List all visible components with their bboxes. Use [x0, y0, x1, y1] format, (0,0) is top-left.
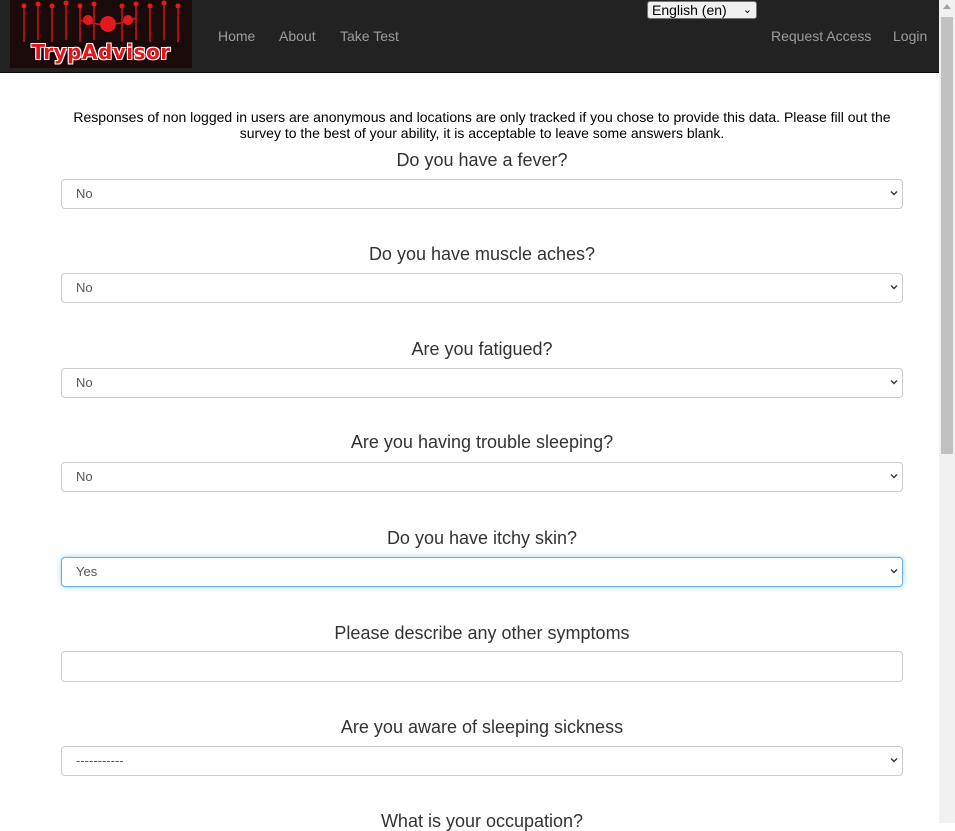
chevron-down-icon [890, 380, 898, 385]
brand-logo[interactable]: TrypAdvisor [10, 0, 192, 68]
fever-select[interactable]: No [61, 179, 903, 209]
trouble-sleeping-select-value: No [76, 469, 93, 484]
chevron-down-icon [890, 758, 898, 763]
nav-about-link[interactable]: About [279, 28, 316, 44]
other-symptoms-input[interactable] [61, 651, 903, 682]
nav-request-access-link[interactable]: Request Access [771, 28, 871, 44]
question-trouble-sleeping-label: Are you having trouble sleeping? [350, 432, 614, 452]
question-other-symptoms-label: Please describe any other symptoms [334, 623, 630, 643]
itchy-skin-select-value: Yes [76, 564, 98, 579]
question-fatigued-label: Are you fatigued? [411, 339, 553, 359]
trouble-sleeping-select[interactable]: No [61, 462, 903, 492]
chevron-down-icon [890, 191, 898, 196]
nav-login-link[interactable]: Login [893, 28, 927, 44]
chevron-down-icon: ⌄ [742, 4, 752, 16]
chevron-down-icon [890, 474, 898, 479]
chevron-down-icon [890, 569, 898, 574]
sleeping-sickness-select[interactable]: ----------- [61, 746, 903, 776]
language-select[interactable]: English (en) ⌄ [647, 1, 757, 19]
sleeping-sickness-select-value: ----------- [76, 753, 124, 768]
itchy-skin-select[interactable]: Yes [61, 557, 903, 587]
nav-take-test-link[interactable]: Take Test [340, 28, 399, 44]
survey-intro-text: Responses of non logged in users are ano… [73, 109, 891, 141]
brand-wordmark: TrypAdvisor [31, 40, 171, 64]
chevron-down-icon [890, 285, 898, 290]
question-muscle-aches-label: Do you have muscle aches? [368, 244, 596, 264]
scrollbar-thumb[interactable] [941, 17, 953, 454]
language-select-value: English (en) [652, 2, 727, 18]
page-scrollbar[interactable] [939, 0, 955, 823]
nav-home-link[interactable]: Home [218, 28, 255, 44]
question-occupation-label: What is your occupation? [380, 811, 584, 831]
question-itchy-skin-label: Do you have itchy skin? [386, 528, 578, 548]
fatigued-select[interactable]: No [61, 368, 903, 398]
question-fever-label: Do you have a fever? [396, 150, 568, 170]
muscle-aches-select[interactable]: No [61, 273, 903, 303]
navbar: TrypAdvisor Home About Take Test English… [0, 0, 939, 73]
fatigued-select-value: No [76, 375, 93, 390]
question-sleeping-sickness-label: Are you aware of sleeping sickness [340, 717, 624, 737]
muscle-aches-select-value: No [76, 280, 93, 295]
scroll-up-arrow-icon[interactable] [943, 4, 951, 9]
fever-select-value: No [76, 186, 93, 201]
